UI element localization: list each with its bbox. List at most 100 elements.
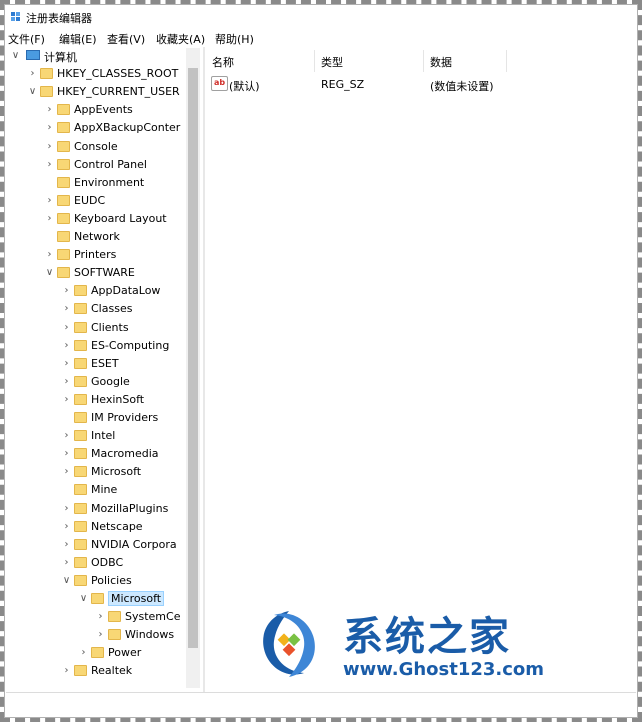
chevron-right-icon[interactable]: › bbox=[62, 665, 71, 677]
chevron-right-icon[interactable]: › bbox=[62, 303, 71, 315]
tree-node[interactable]: › AppEvents bbox=[6, 101, 186, 119]
column-header-name[interactable]: 名称 bbox=[212, 54, 234, 70]
chevron-down-icon[interactable]: ∨ bbox=[45, 267, 54, 279]
folder-icon bbox=[74, 430, 87, 442]
tree-node[interactable]: › SystemCe bbox=[6, 608, 186, 626]
tree-node[interactable]: Environment bbox=[6, 174, 186, 192]
tree-node[interactable]: › Windows bbox=[6, 626, 186, 644]
chevron-right-icon[interactable]: › bbox=[45, 159, 54, 171]
tree-node-label: AppXBackupConter bbox=[74, 121, 181, 135]
tree-node[interactable]: Mine bbox=[6, 481, 186, 499]
tree-node[interactable]: › Keyboard Layout bbox=[6, 210, 186, 228]
chevron-right-icon[interactable]: › bbox=[62, 322, 71, 334]
tree-node[interactable]: › ES-Computing bbox=[6, 337, 186, 355]
tree-node[interactable]: › Google bbox=[6, 373, 186, 391]
tree-node[interactable]: › Microsoft bbox=[6, 463, 186, 481]
watermark-brand: 系统之家 bbox=[343, 614, 511, 660]
menu-edit[interactable]: 编辑(E) bbox=[59, 31, 97, 47]
tree-node[interactable]: ∨ SOFTWARE bbox=[6, 264, 186, 282]
column-separator[interactable] bbox=[506, 50, 507, 72]
chevron-right-icon[interactable]: › bbox=[45, 213, 54, 225]
menu-help[interactable]: 帮助(H) bbox=[215, 31, 254, 47]
chevron-right-icon[interactable]: › bbox=[79, 647, 88, 659]
registry-key-tree[interactable]: ∨ 计算机 › HKEY_CLASSES_ROOT ∨ HKEY_CURRENT_USER… bbox=[6, 48, 202, 688]
tree-node[interactable]: › Intel bbox=[6, 427, 186, 445]
tree-node[interactable]: › Power bbox=[6, 644, 186, 662]
column-separator[interactable] bbox=[314, 50, 315, 72]
chevron-right-icon[interactable]: › bbox=[62, 448, 71, 460]
folder-icon bbox=[57, 249, 70, 261]
tree-node-label: SOFTWARE bbox=[74, 266, 135, 280]
column-separator[interactable] bbox=[423, 50, 424, 72]
chevron-right-icon[interactable]: › bbox=[62, 358, 71, 370]
folder-icon bbox=[74, 574, 87, 586]
menu-view[interactable]: 查看(V) bbox=[107, 31, 145, 47]
chevron-right-icon[interactable]: › bbox=[62, 466, 71, 478]
tree-node[interactable]: › ODBC bbox=[6, 554, 186, 572]
chevron-right-icon[interactable]: › bbox=[62, 503, 71, 515]
watermark-logo-icon bbox=[263, 611, 315, 677]
tree-node-label: Network bbox=[74, 230, 120, 243]
tree-node[interactable]: ∨ Microsoft bbox=[6, 590, 186, 608]
tree-node[interactable]: › AppXBackupConter bbox=[6, 119, 186, 137]
chevron-right-icon[interactable]: › bbox=[96, 611, 105, 623]
chevron-right-icon[interactable]: › bbox=[62, 285, 71, 297]
tree-node-label: Policies bbox=[91, 573, 132, 587]
chevron-right-icon[interactable]: › bbox=[62, 340, 71, 352]
chevron-right-icon[interactable]: › bbox=[45, 249, 54, 261]
tree-node-label: Console bbox=[74, 139, 118, 153]
chevron-down-icon[interactable]: ∨ bbox=[11, 50, 20, 62]
chevron-down-icon[interactable]: ∨ bbox=[28, 86, 37, 98]
tree-node-label: ODBC bbox=[91, 555, 124, 569]
chevron-right-icon[interactable]: › bbox=[62, 376, 71, 388]
column-header-type[interactable]: 类型 bbox=[321, 54, 343, 70]
tree-node[interactable]: › Console bbox=[6, 138, 186, 156]
tree-node[interactable]: ∨ 计算机 bbox=[6, 48, 186, 65]
chevron-right-icon[interactable]: › bbox=[62, 394, 71, 406]
tree-node[interactable]: › NVIDIA Corpora bbox=[6, 536, 186, 554]
tree-node[interactable]: › Macromedia bbox=[6, 445, 186, 463]
tree-scrollbar-thumb[interactable] bbox=[188, 68, 198, 648]
tree-node-label: Microsoft bbox=[108, 591, 165, 606]
chevron-right-icon[interactable]: › bbox=[45, 141, 54, 153]
tree-node[interactable]: ∨ Policies bbox=[6, 572, 186, 590]
tree-node[interactable]: Network bbox=[6, 228, 186, 246]
tree-vertical-scrollbar[interactable] bbox=[186, 48, 200, 688]
tree-node[interactable]: › AppDataLow bbox=[6, 282, 186, 300]
menu-favorites[interactable]: 收藏夹(A) bbox=[156, 31, 205, 47]
chevron-right-icon[interactable]: › bbox=[62, 557, 71, 569]
chevron-right-icon[interactable]: › bbox=[45, 104, 54, 116]
tree-node-label: HKEY_CLASSES_ROOT bbox=[57, 67, 179, 81]
tree-node[interactable]: › Clients bbox=[6, 319, 186, 337]
chevron-right-icon[interactable]: › bbox=[62, 539, 71, 551]
chevron-right-icon[interactable]: › bbox=[45, 122, 54, 134]
menu-file[interactable]: 文件(F) bbox=[8, 31, 45, 47]
tree-node-label: HexinSoft bbox=[91, 392, 145, 406]
tree-node[interactable]: › HKEY_CLASSES_ROOT bbox=[6, 65, 186, 83]
folder-icon bbox=[74, 285, 87, 297]
folder-icon bbox=[74, 665, 87, 677]
tree-node[interactable]: › ESET bbox=[6, 355, 186, 373]
chevron-right-icon[interactable]: › bbox=[96, 629, 105, 641]
tree-node[interactable]: › Realtek bbox=[6, 662, 186, 680]
tree-node[interactable]: › MozillaPlugins bbox=[6, 500, 186, 518]
tree-node[interactable]: ∨ HKEY_CURRENT_USER bbox=[6, 83, 186, 101]
chevron-right-icon[interactable]: › bbox=[62, 521, 71, 533]
tree-node[interactable]: › HexinSoft bbox=[6, 391, 186, 409]
tree-node[interactable]: › Netscape bbox=[6, 518, 186, 536]
column-header-data[interactable]: 数据 bbox=[430, 54, 452, 70]
chevron-down-icon[interactable]: ∨ bbox=[62, 575, 71, 587]
pane-splitter[interactable] bbox=[203, 47, 205, 693]
chevron-down-icon[interactable]: ∨ bbox=[79, 593, 88, 605]
tree-node[interactable]: IM Providers bbox=[6, 409, 186, 427]
tree-node-label: Control Panel bbox=[74, 157, 147, 171]
chevron-right-icon[interactable]: › bbox=[62, 430, 71, 442]
tree-node[interactable]: › EUDC bbox=[6, 192, 186, 210]
tree-node[interactable]: › Classes bbox=[6, 300, 186, 318]
chevron-right-icon[interactable]: › bbox=[45, 195, 54, 207]
folder-icon bbox=[91, 647, 104, 659]
tree-node[interactable]: › Control Panel bbox=[6, 156, 186, 174]
chevron-right-icon[interactable]: › bbox=[28, 68, 37, 80]
tree-node[interactable]: › Printers bbox=[6, 246, 186, 264]
folder-icon bbox=[74, 556, 87, 568]
